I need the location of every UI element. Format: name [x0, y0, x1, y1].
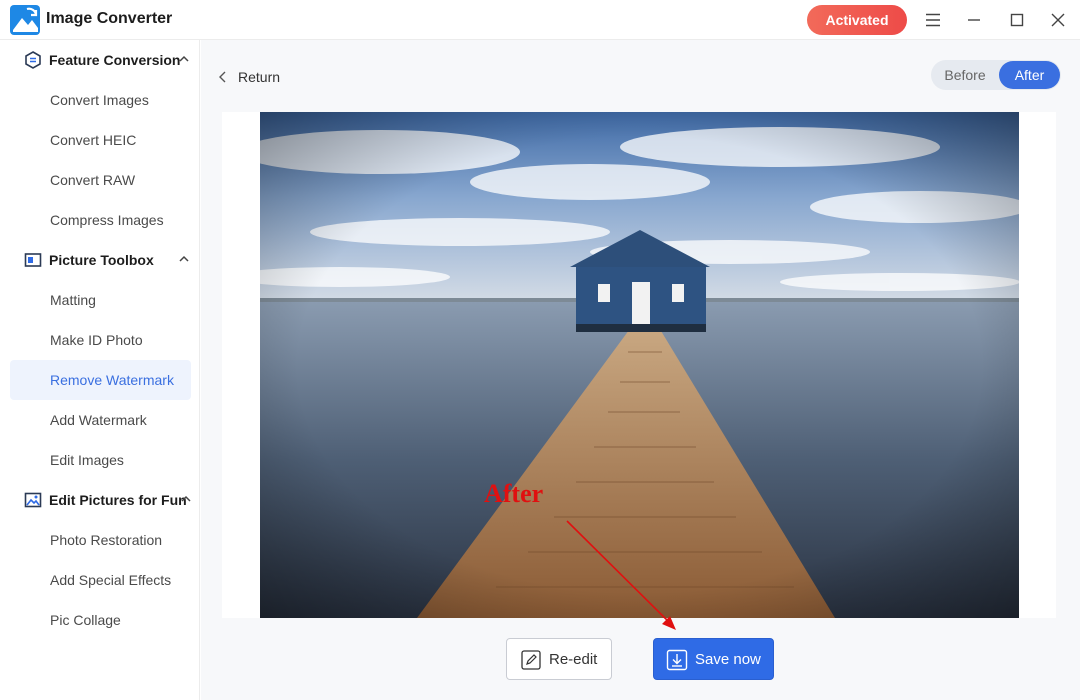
- before-toggle-button[interactable]: Before: [931, 60, 999, 90]
- minimize-icon[interactable]: [962, 8, 986, 32]
- menu-icon[interactable]: [921, 8, 945, 32]
- sidebar-item-pic-collage[interactable]: Pic Collage: [10, 600, 191, 640]
- sidebar-group-picture-toolbox[interactable]: Picture Toolbox: [10, 240, 194, 280]
- sidebar-item-compress-images[interactable]: Compress Images: [10, 200, 191, 240]
- picture-toolbox-icon: [24, 253, 42, 267]
- sidebar-item-convert-raw[interactable]: Convert RAW: [10, 160, 191, 200]
- sidebar-group-edit-pictures-for-fun[interactable]: Edit Pictures for Fun: [10, 480, 194, 520]
- title-bar: Image Converter Activated: [0, 0, 1080, 40]
- download-icon: [666, 649, 688, 671]
- sidebar-item-make-id-photo[interactable]: Make ID Photo: [10, 320, 191, 360]
- sidebar-item-add-special-effects[interactable]: Add Special Effects: [10, 560, 191, 600]
- sidebar-item-matting[interactable]: Matting: [10, 280, 191, 320]
- close-icon[interactable]: [1046, 8, 1070, 32]
- return-link[interactable]: Return: [218, 67, 280, 87]
- sidebar-group-feature-conversion[interactable]: Feature Conversion: [10, 40, 194, 80]
- chevron-up-icon: [179, 55, 189, 62]
- maximize-icon[interactable]: [1005, 8, 1029, 32]
- re-edit-button[interactable]: Re-edit: [506, 638, 612, 680]
- edit-pictures-icon: [24, 492, 42, 508]
- re-edit-label: Re-edit: [549, 651, 598, 668]
- sidebar-item-remove-watermark[interactable]: Remove Watermark: [10, 360, 191, 400]
- activated-badge[interactable]: Activated: [807, 5, 907, 35]
- sidebar-item-edit-images[interactable]: Edit Images: [10, 440, 191, 480]
- sidebar-item-convert-heic[interactable]: Convert HEIC: [10, 120, 191, 160]
- save-now-label: Save now: [695, 651, 761, 668]
- sidebar-item-photo-restoration[interactable]: Photo Restoration: [10, 520, 191, 560]
- annotation-after-label: After: [484, 479, 544, 508]
- return-label: Return: [238, 69, 281, 85]
- sidebar: Feature Conversion Convert Images Conver…: [0, 40, 200, 700]
- after-toggle-button[interactable]: After: [999, 61, 1060, 89]
- app-logo-icon: [10, 5, 40, 35]
- sidebar-item-add-watermark[interactable]: Add Watermark: [10, 400, 191, 440]
- preview-image: [260, 112, 1019, 618]
- before-after-toggle: Before After: [931, 60, 1061, 90]
- sidebar-group-label: Edit Pictures for Fun: [49, 492, 187, 508]
- sidebar-group-label: Picture Toolbox: [49, 252, 154, 268]
- edit-pen-icon: [521, 650, 541, 670]
- chevron-up-icon: [181, 495, 191, 502]
- feature-conversion-icon: [25, 51, 41, 69]
- save-now-button[interactable]: Save now: [653, 638, 774, 680]
- sidebar-group-label: Feature Conversion: [49, 52, 181, 68]
- chevron-left-icon: [219, 71, 226, 83]
- app-title: Image Converter: [46, 10, 173, 27]
- chevron-up-icon: [179, 255, 189, 262]
- sidebar-item-convert-images[interactable]: Convert Images: [10, 80, 191, 120]
